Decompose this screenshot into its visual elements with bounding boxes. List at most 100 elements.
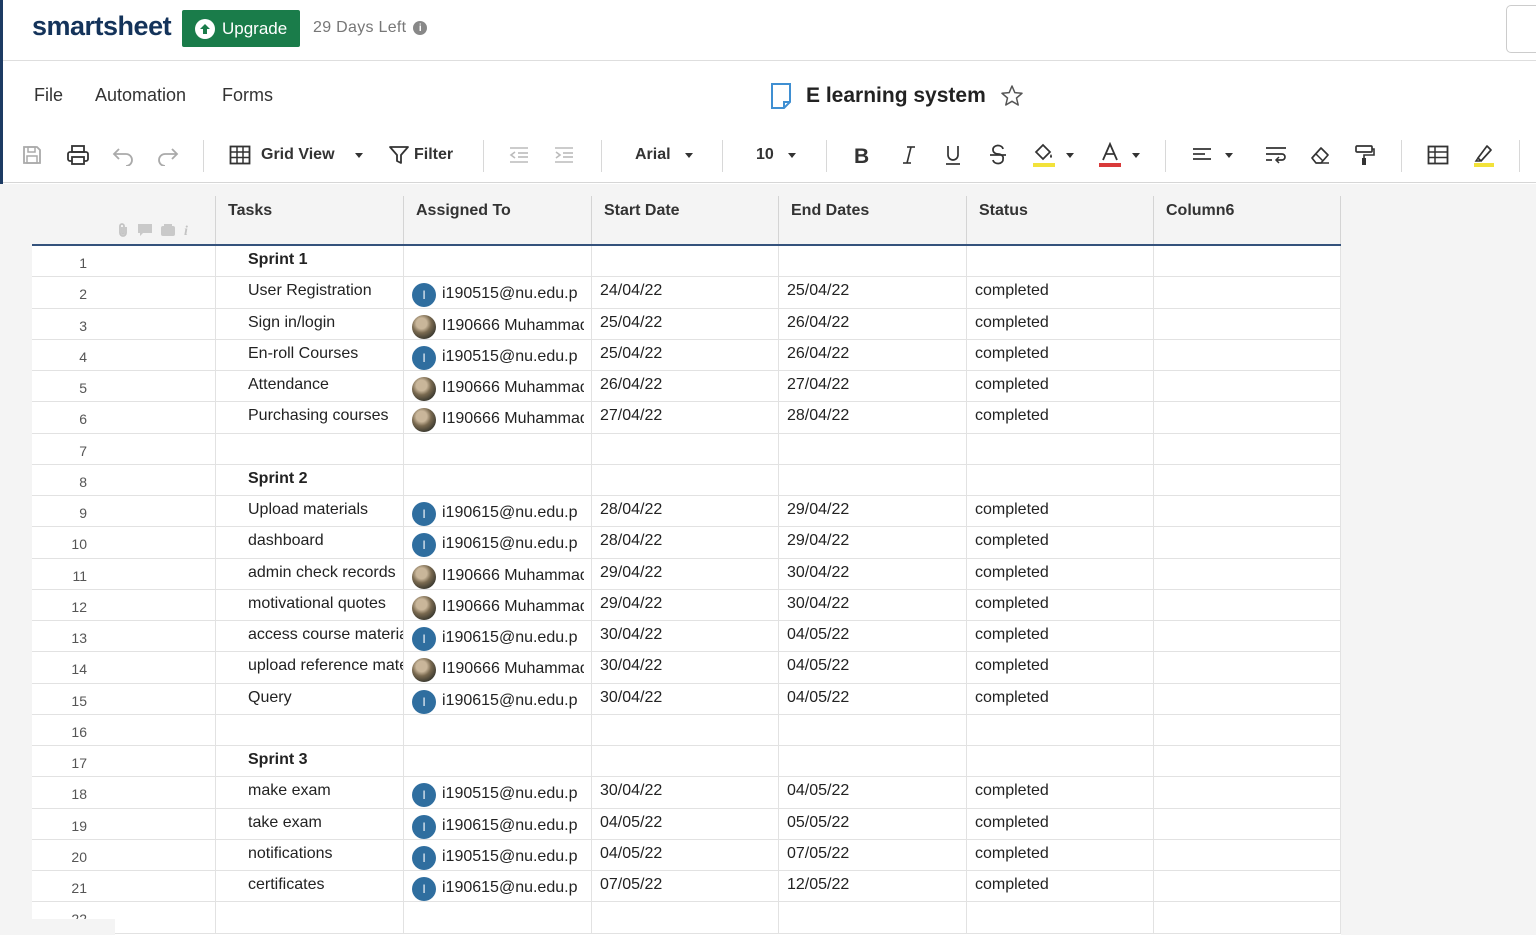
column6-cell[interactable] xyxy=(1154,464,1341,495)
task-cell[interactable]: notifications xyxy=(216,839,404,870)
assigned-to-cell[interactable]: Ii190615@nu.edu.p xyxy=(404,808,592,839)
end-date-cell[interactable]: 04/05/22 xyxy=(779,777,967,808)
column6-cell[interactable] xyxy=(1154,839,1341,870)
column-header-tasks[interactable]: Tasks xyxy=(216,196,404,244)
start-date-cell[interactable]: 30/04/22 xyxy=(592,621,779,652)
row-number[interactable]: 14 xyxy=(32,652,216,683)
start-date-cell[interactable] xyxy=(592,433,779,464)
table-row[interactable]: 11 admin check records I190666 Muhammad 29/… xyxy=(32,558,1341,590)
assigned-to-cell[interactable]: Ii190615@nu.edu.p xyxy=(404,683,592,714)
row-number[interactable]: 17 xyxy=(32,746,216,777)
status-cell[interactable]: completed xyxy=(967,589,1154,620)
info-icon[interactable]: i xyxy=(413,21,428,35)
assigned-to-cell[interactable]: Ii190515@nu.edu.p xyxy=(404,339,592,370)
menu-automation[interactable]: Automation xyxy=(95,85,186,106)
menu-forms[interactable]: Forms xyxy=(222,85,273,106)
status-cell[interactable]: completed xyxy=(967,558,1154,589)
assigned-to-cell[interactable]: Ii190515@nu.edu.p xyxy=(404,777,592,808)
outdent-button[interactable] xyxy=(508,141,530,169)
status-cell[interactable]: completed xyxy=(967,308,1154,339)
text-color-button[interactable] xyxy=(1098,141,1140,169)
column6-cell[interactable] xyxy=(1154,277,1341,308)
end-date-cell[interactable]: 04/05/22 xyxy=(779,652,967,683)
column6-cell[interactable] xyxy=(1154,246,1341,277)
start-date-cell[interactable]: 29/04/22 xyxy=(592,558,779,589)
end-date-cell[interactable] xyxy=(779,246,967,277)
status-cell[interactable]: completed xyxy=(967,652,1154,683)
start-date-cell[interactable]: 25/04/22 xyxy=(592,308,779,339)
task-cell[interactable]: Sign in/login xyxy=(216,308,404,339)
assigned-to-cell[interactable]: Ii190615@nu.edu.p xyxy=(404,496,592,527)
start-date-cell[interactable]: 28/04/22 xyxy=(592,496,779,527)
redo-button[interactable] xyxy=(156,141,180,169)
table-row[interactable]: 19 take exam Ii190615@nu.edu.p 04/05/22 05/0… xyxy=(32,808,1341,840)
end-date-cell[interactable]: 04/05/22 xyxy=(779,683,967,714)
row-number[interactable]: 18 xyxy=(32,777,216,808)
row-number[interactable]: 3 xyxy=(32,308,216,339)
end-date-cell[interactable] xyxy=(779,902,967,933)
row-number[interactable]: 10 xyxy=(32,527,216,558)
task-cell[interactable]: make exam xyxy=(216,777,404,808)
end-date-cell[interactable]: 26/04/22 xyxy=(779,308,967,339)
table-row[interactable]: 1 Sprint 1 xyxy=(32,246,1341,278)
start-date-cell[interactable]: 30/04/22 xyxy=(592,652,779,683)
table-row[interactable]: 13 access course materials Ii190615@nu.edu… xyxy=(32,621,1341,653)
status-cell[interactable]: completed xyxy=(967,339,1154,370)
task-cell[interactable]: access course materials xyxy=(216,621,404,652)
column6-cell[interactable] xyxy=(1154,714,1341,745)
strikethrough-button[interactable] xyxy=(988,141,1008,169)
sheet-title[interactable]: E learning system xyxy=(806,84,986,108)
fill-color-button[interactable] xyxy=(1032,141,1074,169)
task-cell[interactable]: Sprint 2 xyxy=(216,464,404,495)
clear-format-button[interactable] xyxy=(1309,141,1331,169)
star-icon[interactable] xyxy=(1000,84,1024,108)
column-header-column6[interactable]: Column6 xyxy=(1154,196,1341,244)
table-row[interactable]: 14upload reference material I190666 Muham… xyxy=(32,652,1341,684)
end-date-cell[interactable]: 29/04/22 xyxy=(779,527,967,558)
row-number[interactable]: 16 xyxy=(32,714,216,745)
column-header-assigned-to[interactable]: Assigned To xyxy=(404,196,592,244)
start-date-cell[interactable]: 29/04/22 xyxy=(592,589,779,620)
status-cell[interactable] xyxy=(967,246,1154,277)
column6-cell[interactable] xyxy=(1154,402,1341,433)
undo-button[interactable] xyxy=(111,141,135,169)
end-date-cell[interactable]: 28/04/22 xyxy=(779,402,967,433)
table-row[interactable]: 9 Upload materials Ii190615@nu.edu.p 28/04/… xyxy=(32,496,1341,528)
start-date-cell[interactable] xyxy=(592,746,779,777)
end-date-cell[interactable]: 26/04/22 xyxy=(779,339,967,370)
status-cell[interactable]: completed xyxy=(967,683,1154,714)
start-date-cell[interactable] xyxy=(592,714,779,745)
column6-cell[interactable] xyxy=(1154,746,1341,777)
task-cell[interactable]: take exam xyxy=(216,808,404,839)
search-input[interactable] xyxy=(1506,5,1536,53)
status-cell[interactable]: completed xyxy=(967,621,1154,652)
status-cell[interactable]: completed xyxy=(967,402,1154,433)
format-painter-button[interactable] xyxy=(1354,141,1376,169)
column-header-start-date[interactable]: Start Date xyxy=(592,196,779,244)
table-row[interactable]: 20 notifications Ii190515@nu.edu.p 04/05/22… xyxy=(32,839,1341,871)
assigned-to-cell[interactable] xyxy=(404,902,592,933)
status-cell[interactable]: completed xyxy=(967,777,1154,808)
column-header-status[interactable]: Status xyxy=(967,196,1154,244)
start-date-cell[interactable]: 28/04/22 xyxy=(592,527,779,558)
end-date-cell[interactable]: 12/05/22 xyxy=(779,871,967,902)
highlight-changes-button[interactable] xyxy=(1472,141,1496,169)
column6-cell[interactable] xyxy=(1154,683,1341,714)
start-date-cell[interactable]: 07/05/22 xyxy=(592,871,779,902)
table-row[interactable]: 12 motivational quotes I190666 Muhammad 29/… xyxy=(32,589,1341,621)
assigned-to-cell[interactable]: Ii190515@nu.edu.p xyxy=(404,839,592,870)
end-date-cell[interactable] xyxy=(779,746,967,777)
print-button[interactable] xyxy=(66,141,90,169)
end-date-cell[interactable] xyxy=(779,714,967,745)
assigned-to-cell[interactable]: Ii190615@nu.edu.p xyxy=(404,621,592,652)
filter-button[interactable]: Filter xyxy=(388,141,453,169)
table-row[interactable]: 4 En-roll Courses Ii190515@nu.edu.p 25/04/2… xyxy=(32,339,1341,371)
row-number[interactable]: 4 xyxy=(32,339,216,370)
column6-cell[interactable] xyxy=(1154,433,1341,464)
wrap-text-button[interactable] xyxy=(1264,141,1288,169)
task-cell[interactable] xyxy=(216,433,404,464)
table-row[interactable]: 21 certificates Ii190615@nu.edu.p 07/05/22 1… xyxy=(32,871,1341,903)
column-header-end-dates[interactable]: End Dates xyxy=(779,196,967,244)
end-date-cell[interactable]: 27/04/22 xyxy=(779,371,967,402)
task-cell[interactable]: User Registration xyxy=(216,277,404,308)
